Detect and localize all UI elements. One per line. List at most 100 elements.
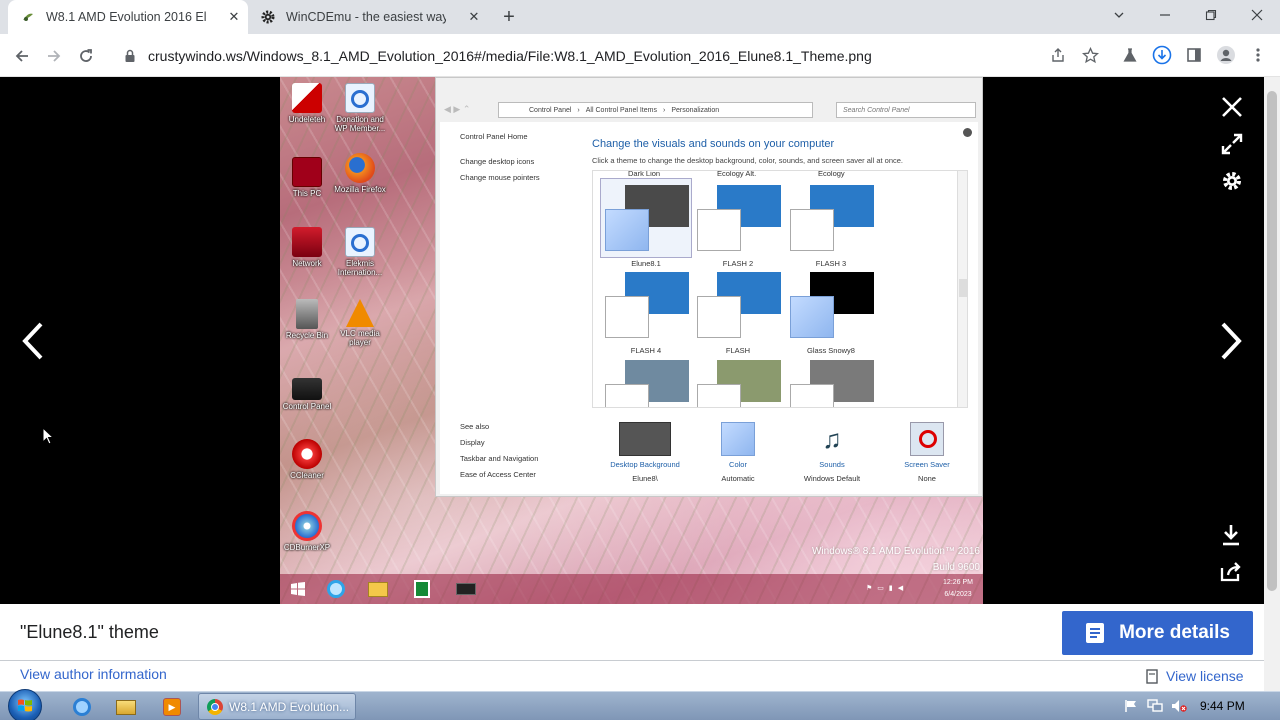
taskbar-explorer-icon[interactable]	[106, 695, 146, 719]
tab-wincdemu[interactable]: WinCDEmu - the easiest way to ✕	[248, 0, 488, 34]
theme-tile[interactable]: FLASH 3	[786, 179, 876, 268]
theme-tile[interactable]	[693, 354, 783, 407]
volume-muted-icon[interactable]	[1170, 697, 1188, 715]
url-text: crustywindo.ws/Windows_8.1_AMD_Evolution…	[148, 47, 872, 64]
cp-search-box: Search Control Panel	[836, 102, 976, 118]
theme-window-swatch	[697, 209, 741, 251]
tab-title: WinCDEmu - the easiest way to	[286, 10, 446, 24]
win8-tray-icons: ⚑▭▮◀	[866, 585, 909, 592]
desktop-icon-control-panel: Control Panel	[280, 372, 337, 411]
taskbar-chrome-task[interactable]: W8.1 AMD Evolution...	[198, 693, 356, 720]
desktop-icon-network: Network	[280, 227, 337, 268]
desktop-icon-cdburnerxp: CDBurnerXP	[280, 511, 337, 552]
theme-window-swatch	[697, 296, 741, 338]
action-center-flag-icon[interactable]	[1122, 697, 1140, 715]
theme-window-swatch	[605, 296, 649, 338]
theme-tile[interactable]: FLASH	[693, 266, 783, 355]
gear-favicon-icon	[260, 9, 276, 25]
desktop-icon-undeleteh: Undeleteh	[280, 83, 337, 124]
theme-tile[interactable]	[601, 354, 691, 407]
side-panel-icon[interactable]	[1184, 45, 1204, 65]
cp-link-display: Display	[460, 438, 485, 447]
view-license-link[interactable]: View license	[1146, 668, 1244, 684]
cp-body: Control Panel Home Change desktop icons …	[440, 122, 978, 494]
next-image-button[interactable]	[1214, 320, 1250, 362]
cp-nav-buttons: ◀ ▶ ⌃	[444, 104, 471, 114]
share-image-icon[interactable]	[1218, 558, 1244, 586]
minimize-button[interactable]	[1142, 0, 1188, 30]
cp-nav-mouse-pointers: Change mouse pointers	[460, 173, 540, 182]
forward-button[interactable]	[42, 44, 66, 68]
tab-w81-amd-evolution[interactable]: W8.1 AMD Evolution 2016 Elune ✕	[8, 0, 248, 34]
theme-preview	[693, 179, 783, 257]
close-window-button[interactable]	[1234, 0, 1280, 30]
theme-gallery: Dark Lion Ecology Alt. Ecology Elune8.1 F…	[592, 170, 968, 408]
browser-toolbar: crustywindo.ws/Windows_8.1_AMD_Evolution…	[0, 34, 1280, 77]
tab-title: W8.1 AMD Evolution 2016 Elune	[46, 10, 206, 24]
close-viewer-button[interactable]	[1218, 93, 1246, 121]
theme-tile[interactable]: Elune8.1	[600, 178, 692, 268]
back-button[interactable]	[10, 44, 34, 68]
menu-kebab-icon[interactable]	[1248, 45, 1268, 65]
bookmark-star-icon[interactable]	[1080, 45, 1100, 65]
cp-see-also: See also	[460, 422, 490, 431]
cp-nav-desktop-icons: Change desktop icons	[460, 157, 535, 166]
taskbar-clock[interactable]: 9:44 PM	[1200, 699, 1245, 713]
cp-title: Change the visuals and sounds on your co…	[592, 138, 835, 150]
taskbar-media-player-icon[interactable]: ▶	[152, 695, 192, 719]
labs-flask-icon[interactable]	[1120, 45, 1140, 65]
network-icon[interactable]	[1146, 697, 1164, 715]
build-watermark: Windows® 8.1 AMD Evolution™ 2016 Build 9…	[811, 546, 980, 573]
lock-icon[interactable]	[122, 49, 138, 63]
download-image-icon[interactable]	[1218, 521, 1244, 549]
close-tab-icon[interactable]: ✕	[466, 9, 482, 25]
close-tab-icon[interactable]: ✕	[226, 9, 242, 25]
setting-sounds: ♫ Sounds Windows Default	[803, 424, 861, 483]
previous-image-button[interactable]	[14, 320, 50, 362]
win8-clock: 12:26 PM 6/4/2023	[943, 579, 973, 598]
download-icon[interactable]	[1152, 45, 1172, 65]
profile-avatar-icon[interactable]	[1216, 45, 1236, 65]
win8-explorer-icon	[364, 578, 392, 600]
license-doc-icon	[1146, 668, 1158, 684]
setting-screen-saver: Screen Saver None	[877, 422, 977, 483]
settings-gear-icon[interactable]	[1218, 167, 1246, 195]
theme-window-swatch	[697, 384, 741, 407]
windows-taskbar: ▶ W8.1 AMD Evolution... 9:44 PM	[0, 689, 1280, 720]
view-author-link[interactable]: View author information	[20, 666, 167, 682]
theme-preview	[786, 179, 876, 257]
theme-tile[interactable]: FLASH 4	[601, 266, 691, 355]
theme-tile[interactable]	[786, 354, 876, 407]
cp-link-taskbar: Taskbar and Navigation	[460, 454, 539, 463]
start-button[interactable]	[8, 689, 42, 720]
win8-ie-icon	[322, 578, 350, 600]
address-bar[interactable]: crustywindo.ws/Windows_8.1_AMD_Evolution…	[110, 40, 1110, 71]
desktop-icon-internet: Elekmis Internation...	[330, 227, 390, 277]
page-scrollbar[interactable]	[1264, 77, 1280, 691]
tab-search-chevron-icon[interactable]	[1096, 0, 1142, 30]
chrome-logo-icon	[207, 698, 223, 715]
theme-tile[interactable]: Glass Snowy8	[786, 266, 876, 355]
theme-preview	[786, 266, 876, 344]
taskbar-ie-icon[interactable]	[62, 695, 102, 719]
new-tab-button[interactable]: +	[498, 6, 520, 28]
screenshot-image: Undeleteh Donation and WP Member... This…	[280, 77, 983, 604]
control-panel-window: ◀ ▶ ⌃ Control Panel › All Control Panel I…	[435, 77, 983, 497]
theme-window-swatch	[790, 296, 834, 338]
theme-window-swatch	[790, 209, 834, 251]
setting-color: Color Automatic	[688, 422, 788, 483]
restore-button[interactable]	[1188, 0, 1234, 30]
reload-button[interactable]	[74, 44, 98, 68]
windows-logo-icon	[18, 699, 32, 712]
theme-preview	[693, 354, 783, 407]
share-icon[interactable]	[1048, 45, 1068, 65]
theme-scrollbar	[957, 171, 967, 407]
desktop-icon-firefox: Mozilla Firefox	[330, 153, 390, 194]
more-details-button[interactable]: More details	[1062, 611, 1253, 655]
theme-tile[interactable]: FLASH 2	[693, 179, 783, 268]
scrollbar-thumb[interactable]	[1267, 91, 1277, 591]
fullscreen-expand-icon[interactable]	[1218, 130, 1246, 158]
theme-preview	[601, 354, 691, 407]
tab-strip: W8.1 AMD Evolution 2016 Elune ✕ WinCDEmu…	[0, 0, 1280, 34]
desktop-icon-this-pc: This PC	[280, 157, 337, 198]
